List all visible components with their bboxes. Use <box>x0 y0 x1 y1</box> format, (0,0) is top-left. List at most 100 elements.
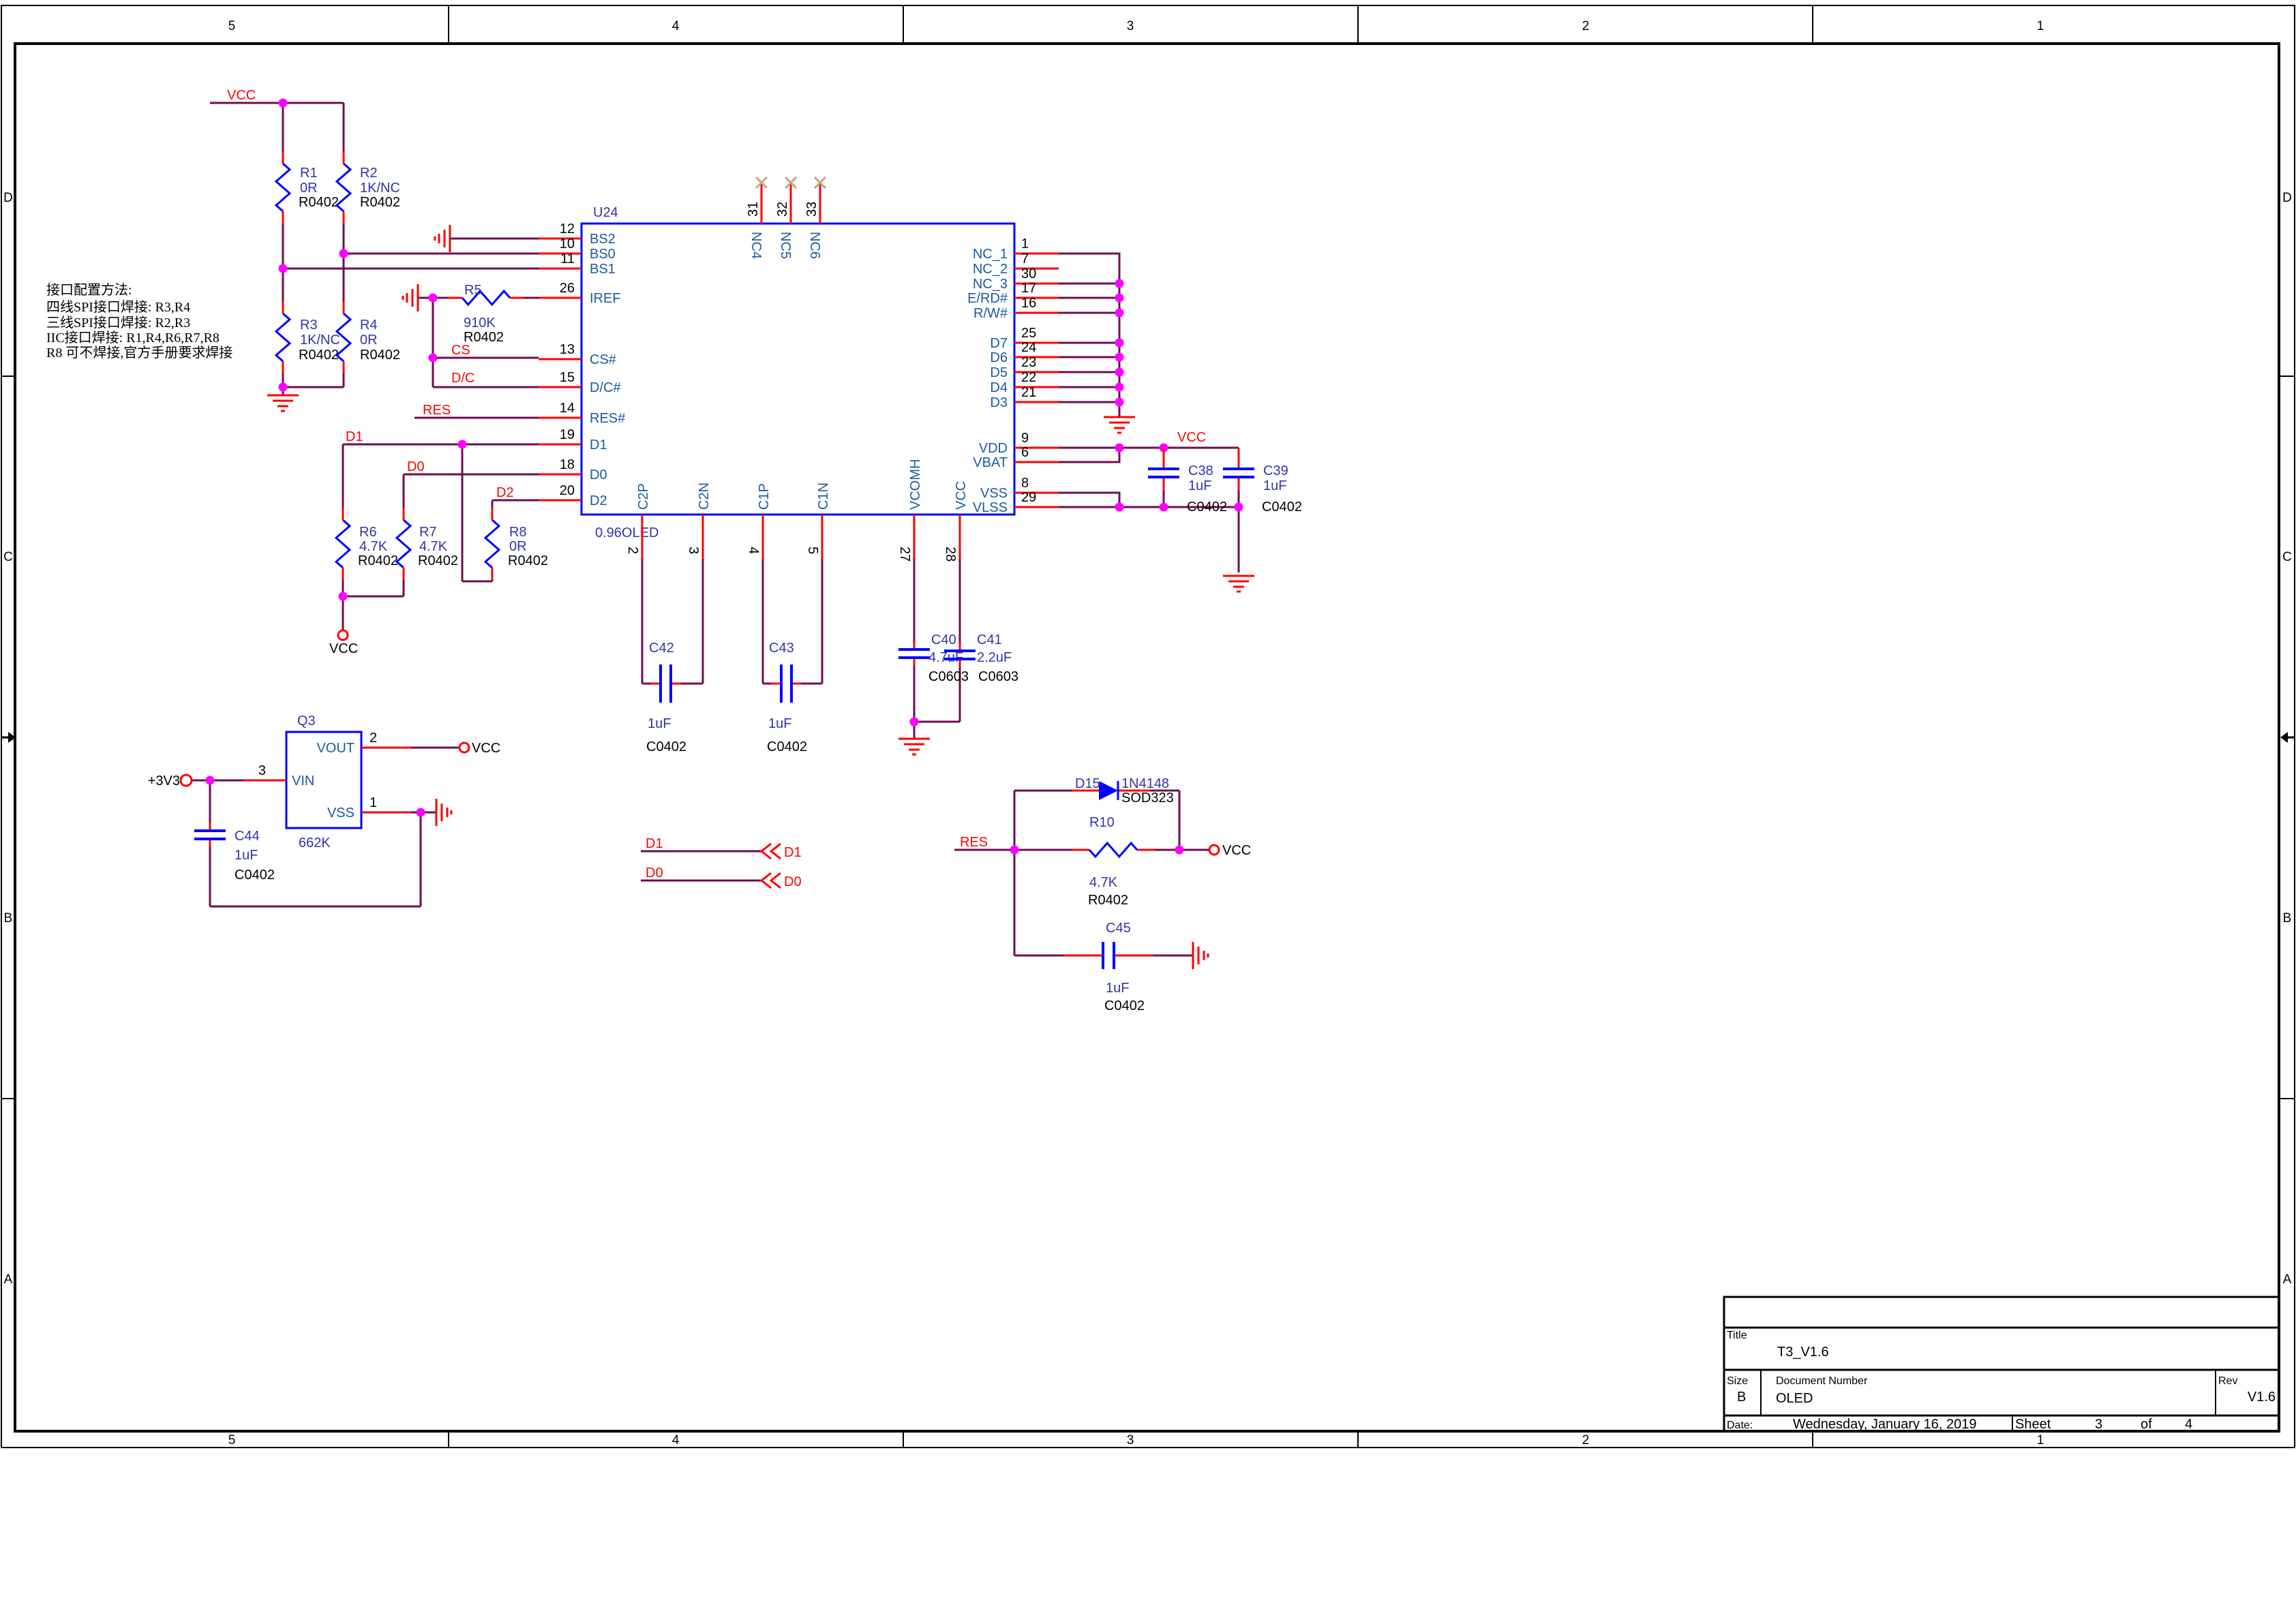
row-left-c: C <box>3 550 13 564</box>
pin-number: 15 <box>560 370 575 385</box>
ic-u24: U24 0.96OLED 12 10 11 26 13 15 14 19 18 … <box>539 177 1059 562</box>
capacitor-value: 1uF <box>648 716 671 731</box>
pin-number: 21 <box>1021 385 1036 400</box>
row-right-b: B <box>2283 911 2292 925</box>
capacitor-value: 2.2uF <box>977 650 1012 665</box>
zone-bottom-5: 5 <box>228 1433 236 1448</box>
ic-u24-value: 0.96OLED <box>595 525 659 540</box>
net-label-cs: CS <box>451 343 470 358</box>
pin-number: 18 <box>560 457 575 472</box>
ground-symbols <box>267 225 1254 969</box>
row-right-c: C <box>2282 550 2292 564</box>
titleblock-rev-label: Rev <box>2218 1375 2237 1387</box>
zone-bottom-4: 4 <box>672 1433 680 1448</box>
pin-number: 25 <box>1021 326 1036 341</box>
capacitor-footprint: C0402 <box>767 739 807 754</box>
pin-number: 33 <box>804 202 819 217</box>
ground-icon <box>1223 576 1254 592</box>
pin-name: BS0 <box>590 247 616 262</box>
pin-name: D1 <box>590 438 607 453</box>
ground-icon <box>1104 417 1135 433</box>
capacitor-footprint: C0402 <box>235 868 275 883</box>
capacitor-value: 1uF <box>1106 981 1129 996</box>
net-label-d0: D0 <box>407 459 425 474</box>
pin-number: 1 <box>369 795 377 810</box>
pin-name: NC_1 <box>973 247 1008 262</box>
pin-name: NC_2 <box>973 262 1008 277</box>
resistor-ref: R6 <box>359 525 377 540</box>
zone-bottom-3: 3 <box>1127 1433 1134 1448</box>
vcc-port-icon <box>338 630 348 640</box>
capacitor-c42: C42 1uF C0402 <box>646 641 686 754</box>
ground-icon <box>403 284 418 311</box>
pin-number: 4 <box>746 547 761 554</box>
titleblock-sheet-label: Sheet <box>2015 1417 2051 1432</box>
pin-number: 14 <box>560 401 575 416</box>
regulator-value: 662K <box>299 836 331 851</box>
net-label-d0: D0 <box>646 866 663 881</box>
pin-name: RES# <box>590 411 626 426</box>
pin-name: D2 <box>590 493 607 508</box>
pin-name: C2P <box>636 483 651 510</box>
note-line-4: IIC接口焊接: R1,R4,R6,R7,R8 <box>46 330 220 346</box>
offpage-connector-d1: D1 D1 <box>646 836 802 860</box>
resistor-r8: R8 0R R0402 <box>485 508 548 580</box>
sheet-frame: 5 4 3 2 1 5 4 3 2 1 D C B A D C B A <box>1 5 2295 1448</box>
ground-icon <box>1193 942 1208 969</box>
zone-bottom-1: 1 <box>2037 1433 2044 1448</box>
pin-number: 19 <box>560 427 575 442</box>
pin-name: NC6 <box>807 232 822 259</box>
resistor-ref: R10 <box>1089 815 1115 830</box>
pin-name: D5 <box>990 365 1008 380</box>
capacitor-footprint: C0402 <box>646 739 686 754</box>
resistor-value: 0R <box>360 333 378 348</box>
zone-top-2: 2 <box>1582 19 1590 33</box>
resistor-value: 4.7K <box>359 539 388 554</box>
capacitor-c39: C39 1uF C0402 <box>1223 448 1302 515</box>
note-line-3: 三线SPI接口焊接: R2,R3 <box>46 315 190 331</box>
row-left-a: A <box>4 1272 13 1287</box>
pin-name: D0 <box>590 468 607 483</box>
resistor-footprint: R0402 <box>299 348 339 363</box>
resistor-value: 910K <box>464 316 496 331</box>
titleblock-sheet-total: 4 <box>2185 1417 2192 1432</box>
titleblock-size-label: Size <box>1727 1375 1748 1387</box>
power-ports: VCC VCC +3V3 VCC <box>148 630 1252 858</box>
resistor-value: 1K/NC <box>360 181 400 196</box>
ground-icon <box>435 225 450 252</box>
pin-number: 7 <box>1021 251 1029 266</box>
capacitor-value: 1uF <box>1263 478 1286 493</box>
net-label-vcc: VCC <box>227 88 256 103</box>
interface-config-notes: 接口配置方法: 四线SPI接口焊接: R3,R4 三线SPI接口焊接: R2,R… <box>46 282 232 361</box>
note-line-1: 接口配置方法: <box>46 282 132 298</box>
capacitor-c38: C38 1uF C0402 <box>1148 449 1227 515</box>
resistor-footprint: R0402 <box>508 553 548 568</box>
pin-name: C2N <box>697 483 712 510</box>
capacitor-value: 1uF <box>235 848 258 863</box>
capacitor-ref: C38 <box>1188 463 1213 478</box>
title-block: Title T3_V1.6 Size B Document Number OLE… <box>1724 1297 2279 1432</box>
pin-name: D6 <box>990 350 1008 365</box>
pin-number: 24 <box>1021 340 1036 355</box>
pin-name: VSS <box>327 806 354 821</box>
net-label-res: RES <box>960 835 988 850</box>
pin-name: E/RD# <box>967 291 1008 306</box>
offpage-label-d0: D0 <box>784 874 802 889</box>
capacitor-c45: C45 1uF C0402 <box>1063 921 1153 1013</box>
pin-number: 28 <box>943 547 958 562</box>
capacitor-ref: C41 <box>977 632 1002 647</box>
offpage-connector-d0: D0 D0 <box>646 866 802 889</box>
pin-number: 22 <box>1021 370 1036 385</box>
pin-number: 16 <box>1021 296 1036 311</box>
titleblock-sheet-number: 3 <box>2095 1417 2102 1432</box>
capacitor-value: 1uF <box>768 716 791 731</box>
pin-name: IREF <box>590 291 621 306</box>
pin-name: VCC <box>954 481 969 510</box>
row-left-b: B <box>4 911 13 925</box>
pin-number: 10 <box>560 236 575 251</box>
capacitor-c43: C43 1uF C0402 <box>767 641 807 754</box>
pin-name: BS2 <box>590 232 616 247</box>
p3v3-port-icon <box>181 775 192 786</box>
pin-number: 13 <box>560 342 575 357</box>
resistor-r1: R1 0R R0402 <box>276 151 339 224</box>
